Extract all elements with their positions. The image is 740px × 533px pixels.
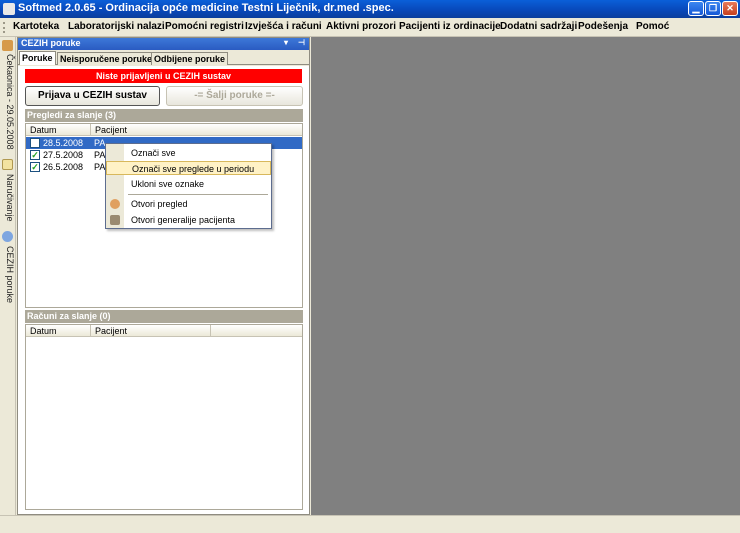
menu-item-label: Označi sve preglede u periodu <box>132 164 255 174</box>
tab-narucivanje[interactable]: Naručivanje <box>1 174 15 222</box>
context-menu: Označi sve Označi sve preglede u periodu… <box>105 143 272 229</box>
menu-izvjesca-i-racuni[interactable]: Izvješća i računi <box>245 21 322 32</box>
minimize-button[interactable]: ▁ <box>688 1 704 16</box>
docked-tabs-strip: Čekaonica - 29.05.2008 Naručivanje CEZIH… <box>0 37 16 515</box>
menu-laboratorijski-nalazi[interactable]: Laboratorijski nalazi <box>68 21 165 32</box>
patient-icon <box>110 215 120 225</box>
close-icon: ✕ <box>726 3 734 13</box>
maximize-button[interactable]: ❐ <box>705 1 721 16</box>
menu-item-label: Ukloni sve oznake <box>131 179 205 189</box>
menu-item-select-period[interactable]: Označi sve preglede u periodu <box>106 161 271 175</box>
menu-item-label: Otvori generalije pacijenta <box>131 215 236 225</box>
notepad-icon <box>2 159 13 170</box>
exams-section-header: Pregledi za slanje (3) <box>25 109 303 122</box>
row-date: 28.5.2008 <box>43 138 84 148</box>
cezih-panel: CEZIH poruke ▾ ⊣ Poruke Neisporučene por… <box>17 37 310 515</box>
menu-item-label: Otvori pregled <box>131 199 188 209</box>
menu-dodatni-sadrzaji[interactable]: Dodatni sadržaji <box>500 21 577 32</box>
cezih-login-button[interactable]: Prijava u CEZIH sustav <box>25 86 160 106</box>
minimize-icon: ▁ <box>692 3 700 13</box>
invoices-grid-header: Datum Pacijent <box>26 325 302 337</box>
row-patient: PA <box>94 162 106 172</box>
row-checkbox[interactable]: ✓ <box>30 150 40 160</box>
panel-header: CEZIH poruke ▾ ⊣ <box>18 38 309 50</box>
dropdown-icon[interactable]: ▾ <box>284 38 288 47</box>
doctor-icon <box>110 199 120 209</box>
menu-podesenja[interactable]: Podešenja <box>578 21 628 32</box>
row-checkbox[interactable] <box>30 138 40 148</box>
row-date: 26.5.2008 <box>43 162 84 172</box>
tab-cezih-poruke[interactable]: CEZIH poruke <box>1 246 15 303</box>
menu-separator <box>128 194 268 195</box>
invoices-grid[interactable]: Datum Pacijent <box>25 324 303 510</box>
maximize-icon: ❐ <box>708 3 718 13</box>
menu-item-open-exam[interactable]: Otvori pregled <box>106 197 271 211</box>
menu-item-label: Označi sve <box>131 148 176 158</box>
login-alert: Niste prijavljeni u CEZIH sustav <box>25 69 302 83</box>
send-messages-button[interactable]: -= Šalji poruke =- <box>166 86 303 106</box>
column-pacijent[interactable]: Pacijent <box>91 124 302 136</box>
pin-icon[interactable]: ⊣ <box>298 38 305 47</box>
row-date: 27.5.2008 <box>43 150 84 160</box>
waiting-room-icon <box>2 40 13 51</box>
menu-pomocni-registri[interactable]: Pomoćni registri <box>165 21 244 32</box>
column-pacijent[interactable]: Pacijent <box>91 325 211 337</box>
panel-title: CEZIH poruke <box>21 38 81 48</box>
tab-poruke[interactable]: Poruke <box>19 51 56 65</box>
invoices-section-header: Računi za slanje (0) <box>25 310 303 323</box>
column-datum[interactable]: Datum <box>26 325 91 337</box>
window-title: Softmed 2.0.65 - Ordinacija opće medicin… <box>18 2 394 14</box>
close-button[interactable]: ✕ <box>722 1 738 16</box>
menu-item-open-patient[interactable]: Otvori generalije pacijenta <box>106 213 271 227</box>
menu-aktivni-prozori[interactable]: Aktivni prozori <box>326 21 396 32</box>
status-bar <box>0 515 740 533</box>
cezih-icon <box>2 231 13 242</box>
tab-neisporucene-poruke[interactable]: Neisporučene poruke <box>57 52 156 65</box>
exams-grid-header: Datum Pacijent <box>26 124 302 136</box>
app-icon <box>3 3 15 15</box>
tab-cekaonica[interactable]: Čekaonica - 29.05.2008 <box>1 54 15 150</box>
menu-item-clear-selection[interactable]: Ukloni sve oznake <box>106 177 271 191</box>
row-patient: PA <box>94 138 106 148</box>
mdi-workspace <box>311 37 740 515</box>
column-datum[interactable]: Datum <box>26 124 91 136</box>
tab-odbijene-poruke[interactable]: Odbijene poruke <box>151 52 229 65</box>
poruke-tab-page: Niste prijavljeni u CEZIH sustav Prijava… <box>18 66 309 514</box>
menu-kartoteka[interactable]: Kartoteka <box>13 21 59 32</box>
menu-pomoc[interactable]: Pomoć <box>636 21 669 32</box>
panel-tabs: Poruke Neisporučene poruke Odbijene poru… <box>18 51 309 65</box>
row-checkbox[interactable]: ✓ <box>30 162 40 172</box>
menu-item-select-all[interactable]: Označi sve <box>106 146 271 160</box>
row-patient: PA <box>94 150 106 160</box>
toolbar-grip[interactable] <box>3 22 5 33</box>
title-bar: Softmed 2.0.65 - Ordinacija opće medicin… <box>0 0 740 18</box>
menu-pacijenti-iz-ordinacije[interactable]: Pacijenti iz ordinacije <box>399 21 501 32</box>
menu-bar: Kartoteka Laboratorijski nalazi Pomoćni … <box>0 18 740 37</box>
